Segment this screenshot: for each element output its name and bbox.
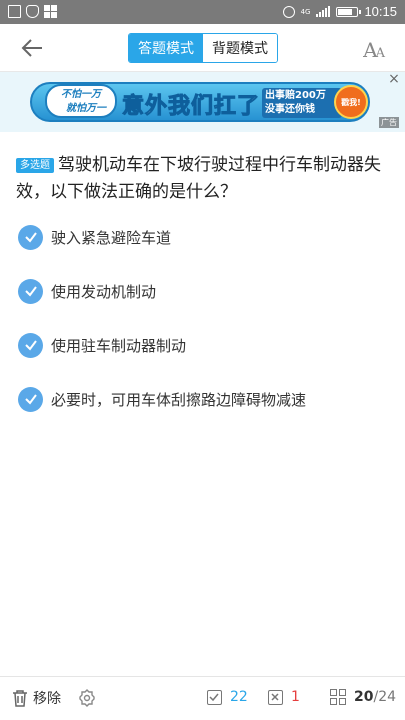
top-bar: 答题模式 背题模式 AA	[0, 24, 405, 72]
remove-label: 移除	[33, 691, 61, 707]
ad-sub-line2: 没事还你钱	[265, 104, 315, 115]
option-1[interactable]: 驶入紧急避险车道	[18, 222, 388, 252]
gear-icon[interactable]	[78, 689, 96, 707]
ad-bubble: 不怕一万 就怕万一	[45, 84, 117, 118]
ad-bubble-line2: 就怕万一	[66, 103, 106, 114]
tab-memorize-mode[interactable]: 背题模式	[203, 34, 277, 62]
option-text: 驶入紧急避险车道	[51, 228, 172, 247]
ad-bubble-line1: 不怕一万	[61, 89, 101, 100]
question-text: 驾驶机动车在下坡行驶过程中行车制动器失效，以下做法正确的是什么？	[16, 155, 381, 202]
bottom-bar: 移除 22 1 20/24	[0, 676, 405, 720]
mode-switch: 答题模式 背题模式	[128, 33, 278, 63]
clock: 10:15	[364, 4, 397, 19]
signal-icon	[316, 6, 331, 17]
grid-icon	[330, 689, 346, 705]
grid-icon	[44, 5, 57, 18]
back-arrow-icon[interactable]	[18, 34, 46, 62]
x-box-icon	[268, 689, 283, 705]
close-icon[interactable]: ×	[387, 72, 401, 86]
network-type: 4G	[300, 7, 311, 16]
option-text: 使用发动机制动	[51, 282, 157, 301]
ad-sub-line1: 出事赔200万	[265, 90, 326, 101]
question-progress[interactable]: 20/24	[330, 689, 396, 705]
ad-banner[interactable]: 不怕一万 就怕万一 意外我们扛了 出事赔200万 没事还你钱 戳我! × 广告	[0, 72, 405, 132]
wrong-count-value: 1	[291, 689, 300, 705]
question: 多选题 驾驶机动车在下坡行驶过程中行车制动器失效，以下做法正确的是什么？	[16, 152, 386, 206]
font-size-icon[interactable]: AA	[363, 38, 385, 62]
question-type-badge: 多选题	[16, 158, 54, 173]
status-bar: 4G 10:15	[0, 0, 405, 24]
check-icon	[18, 332, 43, 358]
correct-count-value: 22	[230, 689, 248, 705]
ad-cta-button[interactable]: 戳我!	[334, 85, 368, 119]
check-icon	[18, 224, 43, 250]
shield-icon	[26, 5, 39, 18]
ad-subtext: 出事赔200万 没事还你钱	[262, 88, 342, 118]
remove-button[interactable]: 移除	[12, 688, 61, 708]
option-text: 必要时，可用车体刮擦路边障碍物减速	[51, 390, 307, 409]
battery-icon	[336, 6, 362, 17]
option-2[interactable]: 使用发动机制动	[18, 276, 388, 306]
trash-icon	[13, 690, 27, 707]
ad-tag: 广告	[379, 117, 399, 128]
tab-answer-mode[interactable]: 答题模式	[129, 34, 203, 62]
ad-headline: 意外我们扛了	[121, 94, 261, 120]
wrong-count[interactable]: 1	[268, 689, 300, 705]
image-icon	[8, 5, 21, 18]
check-icon	[18, 386, 43, 412]
checkbox-icon	[207, 689, 222, 705]
alarm-icon	[282, 5, 295, 18]
option-4[interactable]: 必要时，可用车体刮擦路边障碍物减速	[18, 384, 388, 414]
option-text: 使用驻车制动器制动	[51, 336, 187, 355]
current-question: 20	[354, 689, 374, 705]
check-icon	[18, 278, 43, 304]
correct-count[interactable]: 22	[207, 689, 248, 705]
total-questions: /24	[373, 689, 397, 705]
option-3[interactable]: 使用驻车制动器制动	[18, 330, 388, 360]
